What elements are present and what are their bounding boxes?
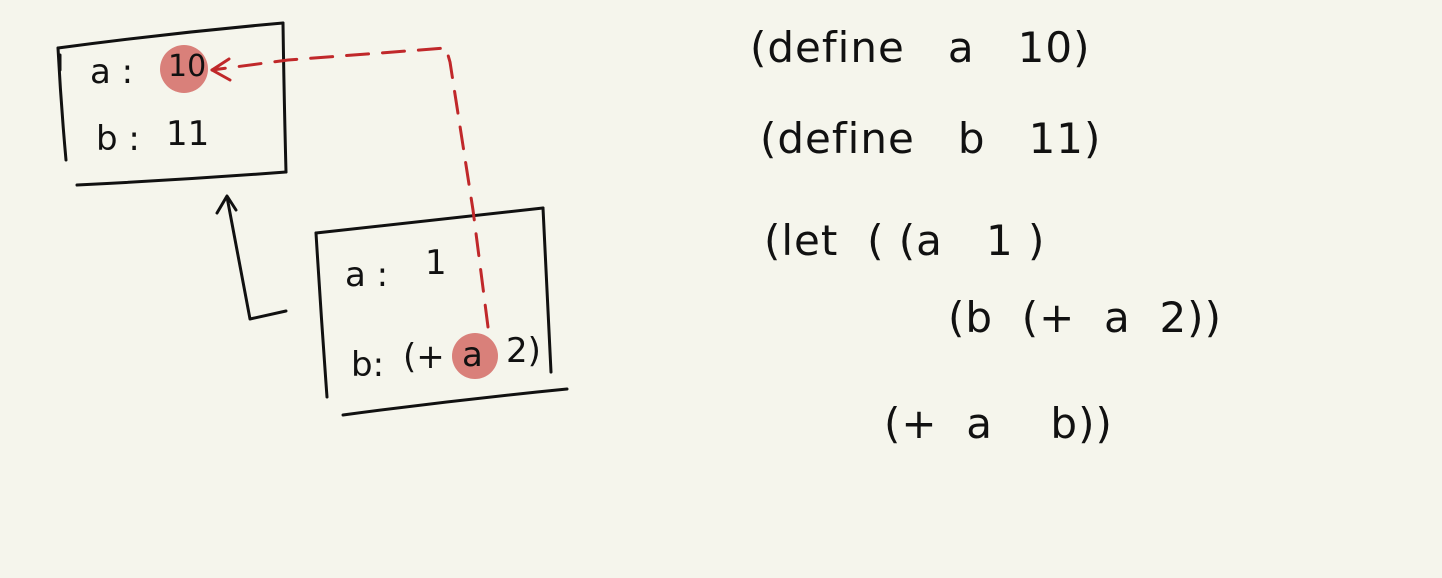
- let-frame-b-expr-close: 2): [506, 331, 541, 371]
- global-frame-b-value: 11: [166, 114, 210, 154]
- global-frame-box: [56, 21, 288, 187]
- code-line-let-bind-b: (b (+ a 2)): [948, 293, 1222, 342]
- let-frame-b-expr-var: a: [462, 335, 483, 375]
- code-line-define-a: (define a 10): [750, 23, 1091, 72]
- parent-environment-arrow: [215, 194, 288, 321]
- let-frame-b-expr-open: (+: [403, 337, 445, 377]
- whiteboard-canvas: a : 10 b : 11 a : 1 b: (+ a 2) (define a…: [0, 0, 1442, 578]
- let-frame-a-value: 1: [425, 243, 447, 283]
- code-line-define-b: (define b 11): [760, 114, 1102, 163]
- global-frame-a-value: 10: [168, 49, 207, 84]
- global-frame-a-label: a :: [90, 52, 134, 92]
- code-line-let-bind-a: (let ( (a 1 ): [764, 216, 1046, 265]
- let-frame-a-label: a :: [345, 255, 389, 295]
- let-frame-b-label: b:: [351, 345, 385, 385]
- global-frame-b-label: b :: [96, 119, 140, 159]
- diagram-strokes: [56, 21, 569, 417]
- code-line-let-body: (+ a b)): [884, 399, 1113, 448]
